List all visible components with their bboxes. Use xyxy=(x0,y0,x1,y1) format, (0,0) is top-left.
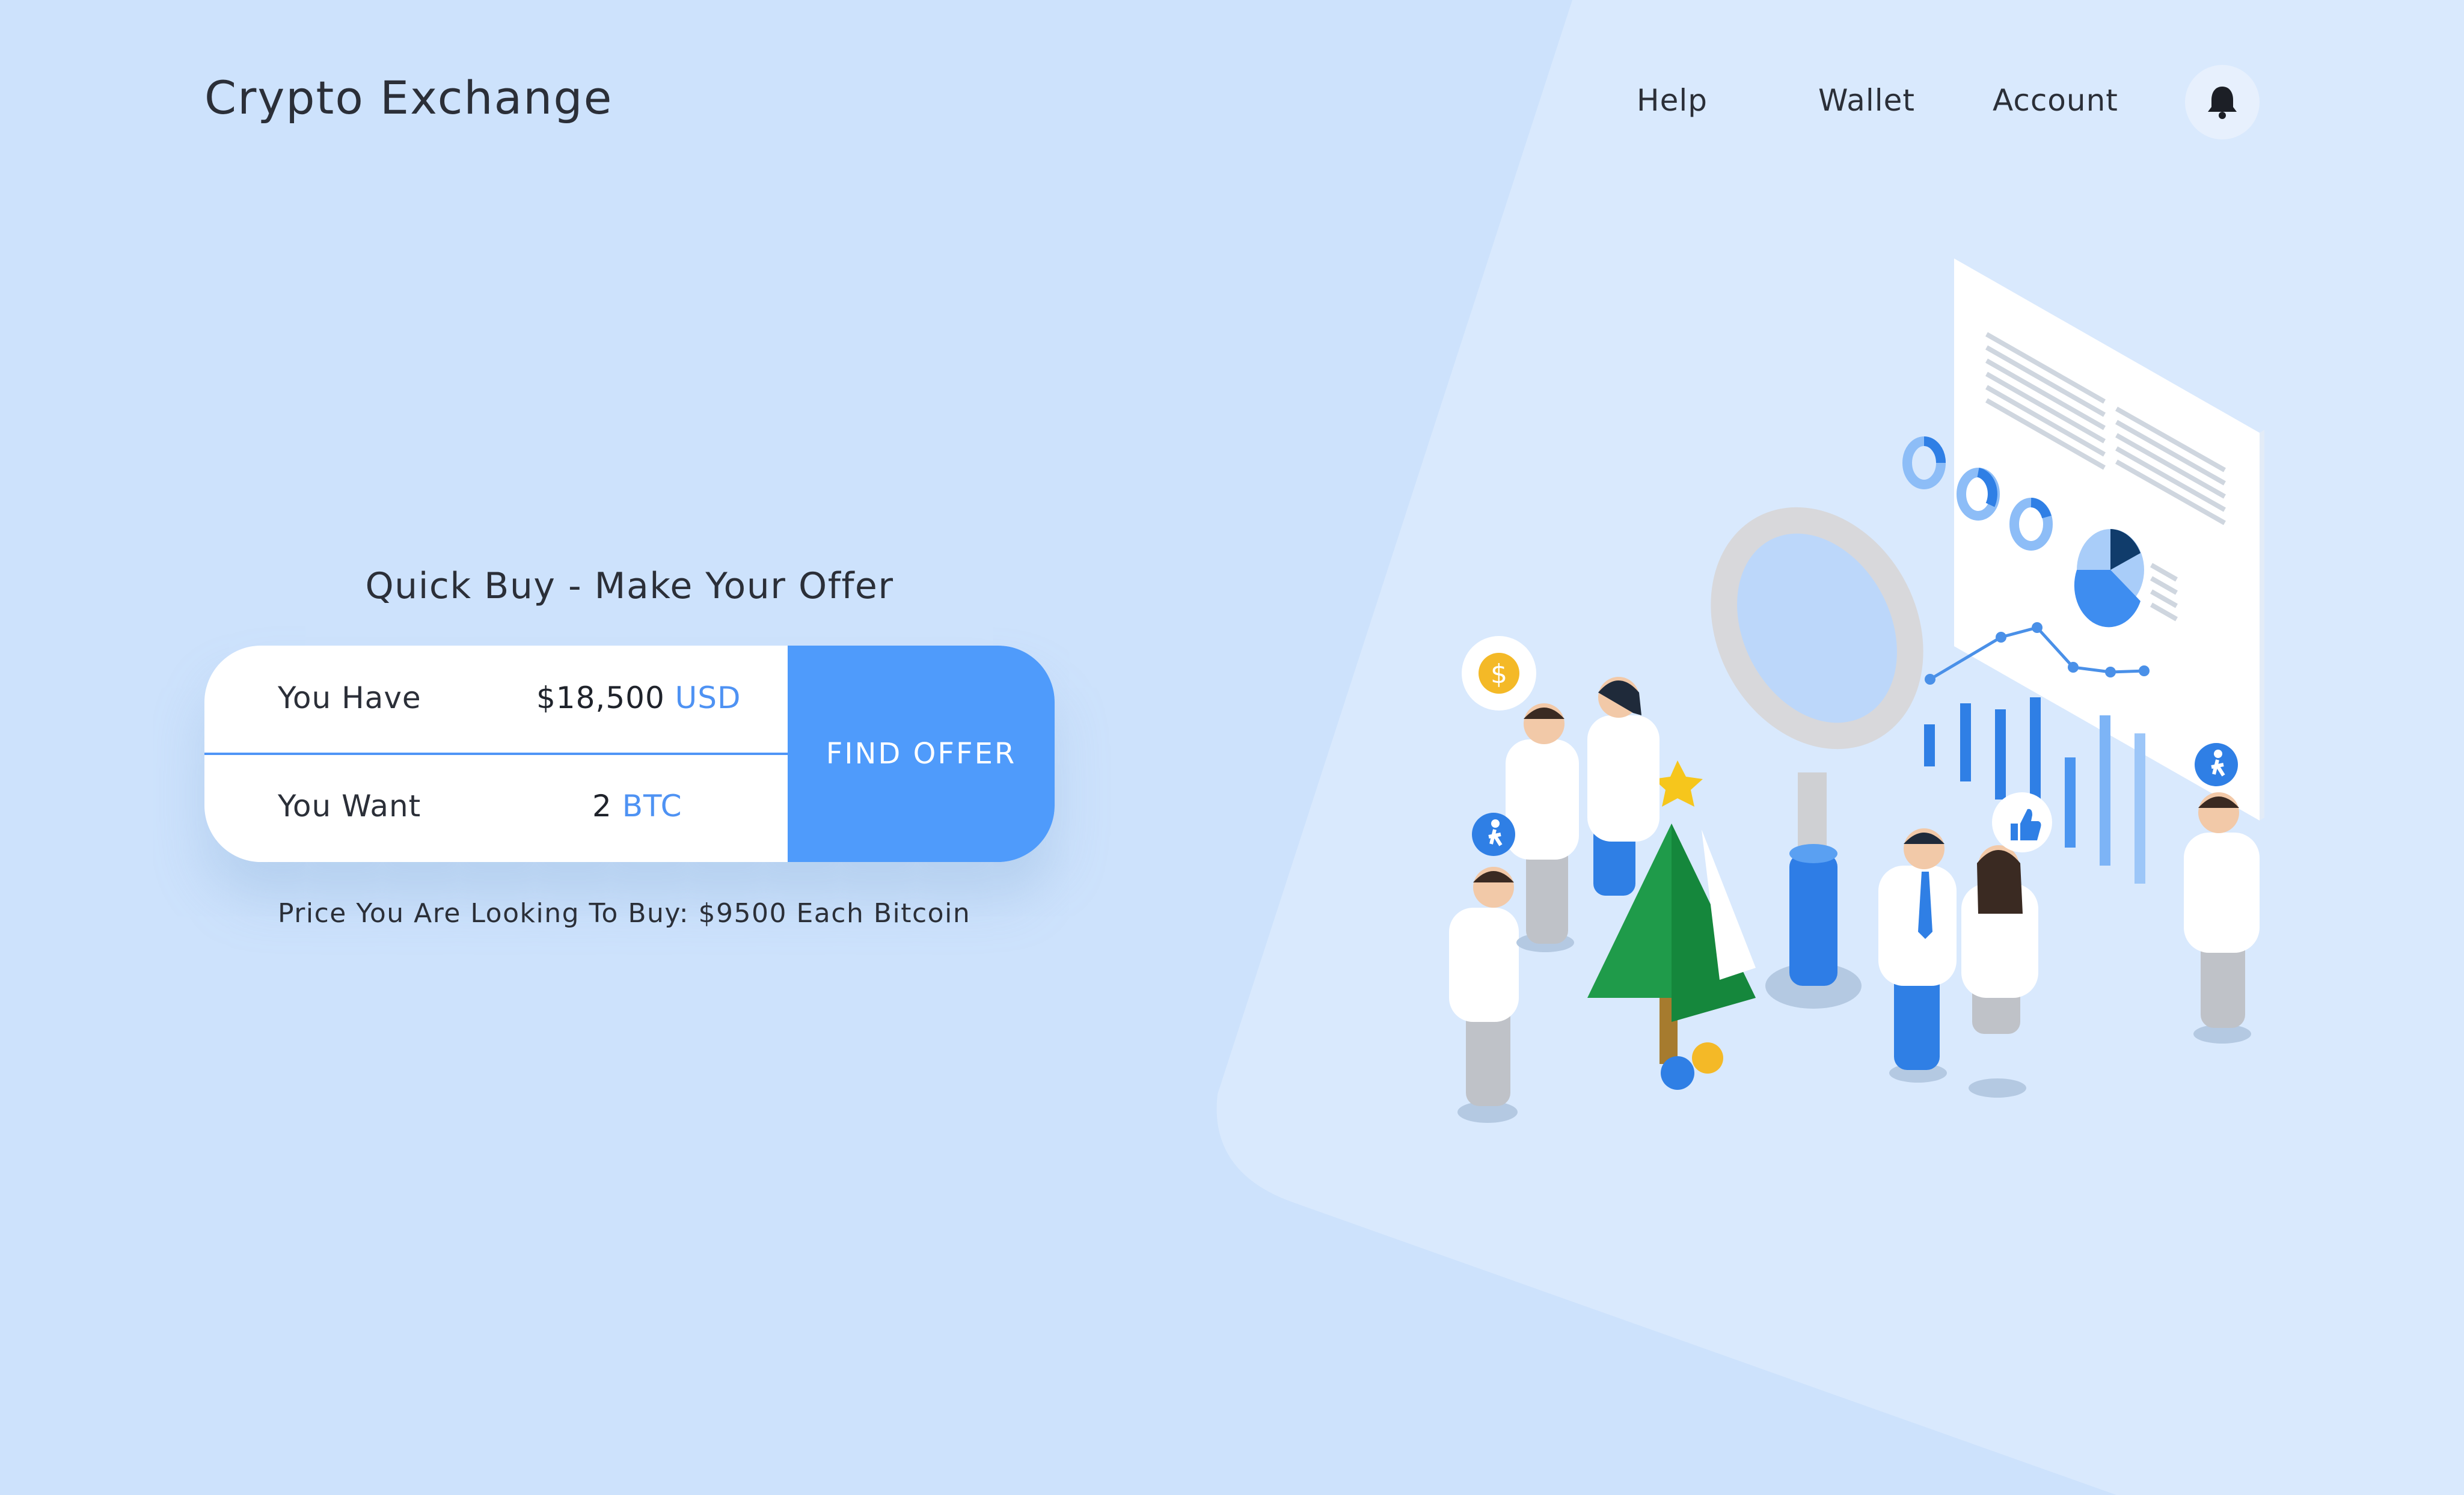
svg-text:$: $ xyxy=(1491,659,1507,689)
thumbs-up-bubble-icon xyxy=(1992,792,2052,852)
walker-badge-right-icon xyxy=(2195,743,2238,786)
walker-badge-icon xyxy=(1472,813,1515,856)
hero-illustration: $ xyxy=(1449,258,2264,1123)
dollar-bubble-icon: $ xyxy=(1462,636,1536,711)
pie-chart-graphic xyxy=(2074,529,2144,628)
